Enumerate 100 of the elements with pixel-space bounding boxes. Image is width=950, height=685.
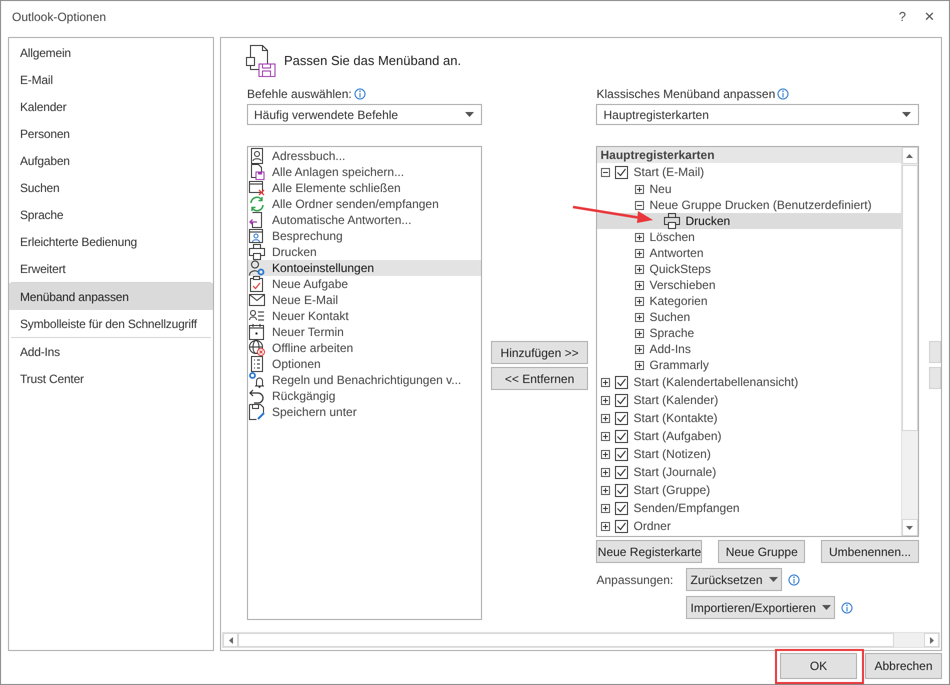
checkbox[interactable] (615, 466, 628, 478)
tree-item[interactable]: Verschieben (597, 277, 901, 293)
sidebar-item[interactable]: Suchen (9, 174, 213, 201)
checkbox[interactable] (615, 394, 628, 406)
tree-item[interactable]: Start (Kontakte) (597, 409, 901, 427)
reset-button[interactable]: Zurücksetzen (686, 568, 782, 591)
command-list-item[interactable]: Rückgängig (248, 388, 481, 404)
expand-icon[interactable] (601, 486, 610, 494)
help-button[interactable]: ? (898, 7, 906, 27)
tree-item[interactable]: Senden/Empfangen (597, 499, 901, 517)
expand-icon[interactable] (601, 468, 610, 476)
tree-item[interactable]: Neu (597, 181, 901, 197)
tree-item[interactable]: Grammarly (597, 357, 901, 373)
command-list-item[interactable]: Adressbuch... (248, 148, 481, 164)
ok-button[interactable]: OK (780, 653, 857, 679)
tree-item[interactable]: Kategorien (597, 293, 901, 309)
horizontal-scrollbar[interactable] (222, 632, 940, 648)
tree-item[interactable]: Start (Kalendertabellenansicht) (597, 373, 901, 391)
command-list-item[interactable]: Alle Anlagen speichern... (248, 164, 481, 180)
tree-action-button[interactable]: Umbenennen... (820, 540, 919, 563)
expand-icon[interactable] (635, 184, 644, 194)
ribbon-dropdown[interactable]: Hauptregisterkarten (596, 104, 919, 125)
sidebar-item[interactable]: Sprache (9, 201, 213, 228)
command-list-item[interactable]: Neue Aufgabe (248, 276, 481, 292)
command-list-item[interactable]: Neuer Kontakt (248, 308, 481, 324)
expand-icon[interactable] (601, 396, 610, 404)
tree-item[interactable]: Ordner (597, 517, 901, 535)
sidebar-item[interactable]: Kalender (9, 93, 213, 120)
expand-icon[interactable] (601, 450, 610, 458)
checkbox[interactable] (615, 502, 628, 514)
expand-icon[interactable] (635, 248, 644, 258)
sidebar-item[interactable]: Aufgaben (9, 147, 213, 174)
expand-icon[interactable] (635, 280, 644, 290)
checkbox[interactable] (615, 520, 628, 532)
checkbox[interactable] (615, 430, 628, 442)
command-list-item[interactable]: Automatische Antworten... (248, 212, 481, 228)
expand-icon[interactable] (601, 522, 610, 530)
tree-item[interactable]: Start (E-Mail) (597, 163, 901, 181)
tree-item[interactable]: Suchen (597, 309, 901, 325)
remove-button[interactable]: << Entfernen (490, 367, 588, 390)
expand-icon[interactable] (601, 432, 610, 440)
sidebar-item[interactable]: Erweitert (9, 255, 213, 282)
tree-item[interactable]: Add-Ins (597, 341, 901, 357)
command-list-item[interactable]: Optionen (248, 356, 481, 372)
tree-action-button[interactable]: Neue Gruppe (718, 540, 806, 563)
command-list-item[interactable]: Regeln und Benachrichtigungen v... (248, 372, 481, 388)
command-list-item[interactable]: Besprechung (248, 228, 481, 244)
tree-item[interactable]: Löschen (597, 229, 901, 245)
checkbox[interactable] (615, 484, 628, 496)
collapse-icon[interactable] (601, 168, 610, 176)
command-list-item[interactable]: Neuer Termin (248, 324, 481, 340)
import-export-button[interactable]: Importieren/Exportieren (686, 596, 835, 619)
checkbox[interactable] (615, 166, 628, 178)
sidebar-item[interactable]: Personen (9, 120, 213, 147)
tree-item[interactable]: Antworten (597, 245, 901, 261)
command-list-item[interactable]: Alle Ordner senden/empfangen (248, 196, 481, 212)
tree-item[interactable]: Sprache (597, 325, 901, 341)
command-list-item[interactable]: Offline arbeiten (248, 340, 481, 356)
add-button[interactable]: Hinzufügen >> (490, 341, 588, 364)
tree-item[interactable]: Drucken (597, 213, 901, 229)
expand-icon[interactable] (635, 360, 644, 370)
sidebar-item[interactable]: Add-Ins (9, 338, 213, 365)
tree-action-button[interactable]: Neue Registerkarte (596, 540, 702, 563)
scroll-right-icon[interactable] (930, 636, 934, 644)
sidebar-item[interactable]: Allgemein (9, 39, 213, 66)
command-list-item[interactable]: Drucken (248, 244, 481, 260)
scroll-left-icon[interactable] (228, 636, 232, 644)
vertical-scrollbar[interactable] (900, 147, 918, 536)
expand-icon[interactable] (635, 344, 644, 354)
expand-icon[interactable] (601, 378, 610, 386)
checkbox[interactable] (615, 412, 628, 424)
expand-icon[interactable] (635, 264, 644, 274)
sidebar-item[interactable]: Symbolleiste für den Schnellzugriff (9, 310, 213, 337)
tree-item[interactable]: Start (Notizen) (597, 445, 901, 463)
tree-item[interactable]: Start (Aufgaben) (597, 427, 901, 445)
scroll-up-icon[interactable] (906, 154, 914, 158)
close-button[interactable]: ✕ (924, 7, 935, 27)
expand-icon[interactable] (601, 414, 610, 422)
expand-icon[interactable] (635, 296, 644, 306)
command-list-item[interactable]: Speichern unter (248, 404, 481, 420)
expand-icon[interactable] (601, 504, 610, 512)
expand-icon[interactable] (635, 328, 644, 338)
expand-icon[interactable] (635, 312, 644, 322)
sidebar-item[interactable]: Erleichterte Bedienung (9, 228, 213, 255)
tree-item[interactable]: Start (Kalender) (597, 391, 901, 409)
command-list-item[interactable]: Neue E-Mail (248, 292, 481, 308)
tree-item[interactable]: Start (Journale) (597, 463, 901, 481)
sidebar-item[interactable]: Trust Center (9, 365, 213, 392)
command-list-item[interactable]: Alle Elemente schließen (248, 180, 481, 196)
cancel-button[interactable]: Abbrechen (865, 653, 942, 679)
checkbox[interactable] (615, 376, 628, 388)
scroll-down-icon[interactable] (906, 526, 914, 530)
checkbox[interactable] (615, 448, 628, 460)
command-list-item[interactable]: Kontoeinstellungen (248, 260, 481, 276)
expand-icon[interactable] (635, 232, 644, 242)
tree-item[interactable]: Start (Gruppe) (597, 481, 901, 499)
collapse-icon[interactable] (635, 200, 644, 210)
commands-dropdown[interactable]: Häufig verwendete Befehle (247, 104, 482, 125)
sidebar-item[interactable]: E-Mail (9, 66, 213, 93)
tree-item[interactable]: Neue Gruppe Drucken (Benutzerdefiniert) (597, 197, 901, 213)
